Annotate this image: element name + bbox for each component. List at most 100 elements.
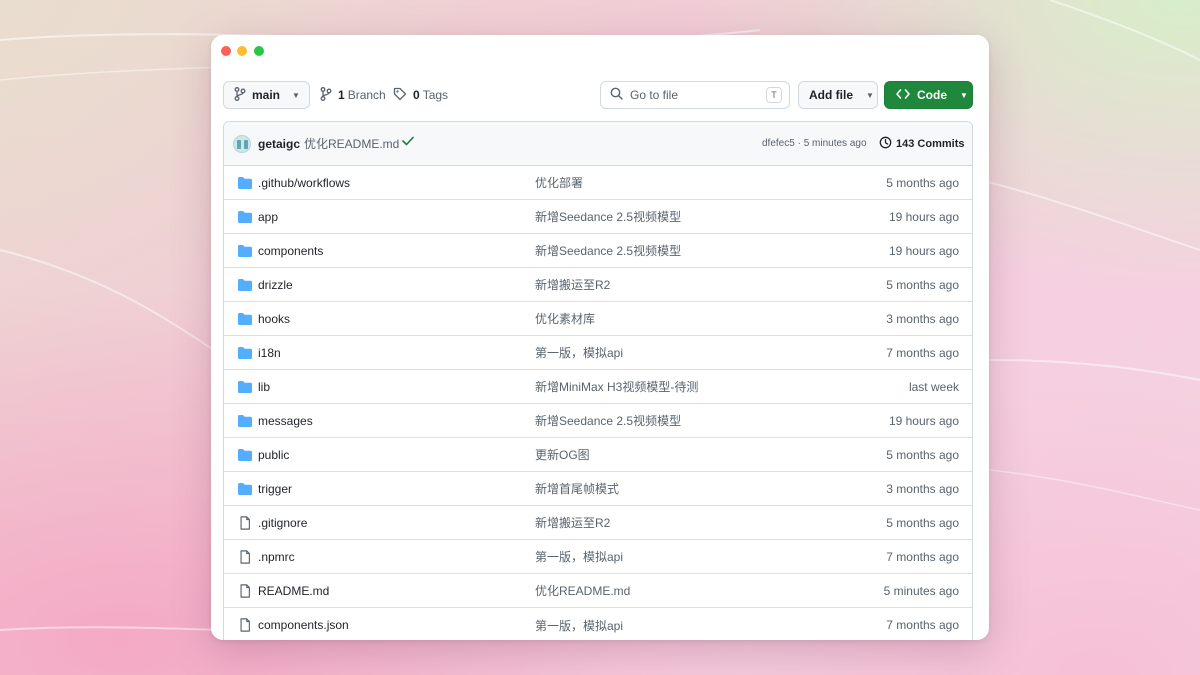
folder-icon xyxy=(237,414,253,428)
file-name-link[interactable]: .npmrc xyxy=(258,550,295,564)
commit-message-link[interactable]: 更新OG图 xyxy=(535,446,590,463)
table-row[interactable]: hooks 优化素材库 3 months ago xyxy=(224,302,972,336)
file-name-link[interactable]: .github/workflows xyxy=(258,176,350,190)
maximize-window-button[interactable] xyxy=(254,46,264,56)
table-row[interactable]: public 更新OG图 5 months ago xyxy=(224,438,972,472)
go-to-file-input[interactable]: Go to file T xyxy=(600,81,790,109)
commit-age[interactable]: 3 months ago xyxy=(886,482,959,496)
commit-age[interactable]: 19 hours ago xyxy=(889,244,959,258)
commit-age[interactable]: 7 months ago xyxy=(886,550,959,564)
folder-icon xyxy=(237,176,253,190)
commit-age[interactable]: 5 months ago xyxy=(886,278,959,292)
commits-history-link[interactable]: 143 Commits xyxy=(879,136,964,152)
file-name-link[interactable]: trigger xyxy=(258,482,292,496)
table-row[interactable]: drizzle 新增搬运至R2 5 months ago xyxy=(224,268,972,302)
file-name-link[interactable]: .gitignore xyxy=(258,516,307,530)
file-name-link[interactable]: i18n xyxy=(258,346,281,360)
commit-message-link[interactable]: 新增Seedance 2.5视频模型 xyxy=(535,208,681,225)
commits-count: 143 xyxy=(896,137,915,150)
browser-window: main ▼ 1 Branch 0 Tags Go to file T Add xyxy=(211,35,989,640)
commit-message-link[interactable]: 优化素材库 xyxy=(535,310,595,327)
commit-hash-time[interactable]: dfefec5 · 5 minutes ago xyxy=(762,138,867,149)
file-browser: getaigc 优化README.md dfefec5 · 5 minutes … xyxy=(223,121,973,640)
file-icon xyxy=(237,618,253,632)
commit-age[interactable]: 3 months ago xyxy=(886,312,959,326)
tags-link[interactable]: 0 Tags xyxy=(393,81,448,109)
table-row[interactable]: lib 新增MiniMax H3视频模型-待测 last week xyxy=(224,370,972,404)
tags-count: 0 xyxy=(413,88,420,102)
table-row[interactable]: components.json 第一版，模拟api 7 months ago xyxy=(224,608,972,640)
search-icon xyxy=(610,87,623,103)
table-row[interactable]: trigger 新增首尾帧模式 3 months ago xyxy=(224,472,972,506)
commit-message-link[interactable]: 优化README.md xyxy=(535,582,630,599)
branches-count: 1 xyxy=(338,88,345,102)
branch-selector-button[interactable]: main ▼ xyxy=(223,81,310,109)
file-name-link[interactable]: README.md xyxy=(258,584,329,598)
commit-age[interactable]: 19 hours ago xyxy=(889,414,959,428)
commit-message[interactable]: 优化README.md xyxy=(304,135,399,152)
code-button[interactable]: Code ▼ xyxy=(884,81,973,109)
chevron-down-icon: ▼ xyxy=(292,90,300,100)
file-name-link[interactable]: messages xyxy=(258,414,313,428)
repo-toolbar: main ▼ 1 Branch 0 Tags Go to file T Add xyxy=(223,81,973,109)
git-branch-icon xyxy=(234,86,246,104)
git-branch-icon xyxy=(320,86,332,104)
close-window-button[interactable] xyxy=(221,46,231,56)
branches-link[interactable]: 1 Branch xyxy=(320,81,386,109)
latest-commit-header: getaigc 优化README.md dfefec5 · 5 minutes … xyxy=(224,122,972,166)
branches-label: Branch xyxy=(347,88,386,102)
table-row[interactable]: i18n 第一版，模拟api 7 months ago xyxy=(224,336,972,370)
table-row[interactable]: components 新增Seedance 2.5视频模型 19 hours ago xyxy=(224,234,972,268)
add-file-label: Add file xyxy=(809,88,853,102)
check-icon[interactable] xyxy=(402,135,414,149)
commit-age[interactable]: 5 months ago xyxy=(886,448,959,462)
folder-icon xyxy=(237,210,253,224)
tags-label: Tags xyxy=(422,88,449,102)
commits-label: Commits xyxy=(917,137,965,150)
commit-age[interactable]: last week xyxy=(909,380,959,394)
file-name-link[interactable]: app xyxy=(258,210,278,224)
file-name-link[interactable]: public xyxy=(258,448,289,462)
chevron-down-icon: ▼ xyxy=(866,90,874,100)
commit-message-link[interactable]: 新增Seedance 2.5视频模型 xyxy=(535,242,681,259)
table-row[interactable]: .github/workflows 优化部署 5 months ago xyxy=(224,166,972,200)
search-placeholder: Go to file xyxy=(630,88,679,102)
commit-message-link[interactable]: 新增搬运至R2 xyxy=(535,276,610,293)
file-name-link[interactable]: lib xyxy=(258,380,270,394)
commit-age[interactable]: 5 minutes ago xyxy=(884,584,959,598)
file-name-link[interactable]: hooks xyxy=(258,312,290,326)
commit-age[interactable]: 7 months ago xyxy=(886,346,959,360)
commit-message-link[interactable]: 第一版，模拟api xyxy=(535,617,623,634)
minimize-window-button[interactable] xyxy=(237,46,247,56)
table-row[interactable]: messages 新增Seedance 2.5视频模型 19 hours ago xyxy=(224,404,972,438)
commit-message-link[interactable]: 新增Seedance 2.5视频模型 xyxy=(535,412,681,429)
folder-icon xyxy=(237,448,253,462)
file-name-link[interactable]: components xyxy=(258,244,323,258)
file-icon xyxy=(237,584,253,598)
file-name-link[interactable]: drizzle xyxy=(258,278,293,292)
avatar[interactable] xyxy=(233,135,251,153)
commit-age[interactable]: 5 months ago xyxy=(886,516,959,530)
commit-message-link[interactable]: 第一版，模拟api xyxy=(535,344,623,361)
code-label: Code xyxy=(917,88,947,102)
table-row[interactable]: README.md 优化README.md 5 minutes ago xyxy=(224,574,972,608)
table-row[interactable]: .gitignore 新增搬运至R2 5 months ago xyxy=(224,506,972,540)
folder-icon xyxy=(237,346,253,360)
commit-message-link[interactable]: 优化部署 xyxy=(535,174,583,191)
commit-message-link[interactable]: 第一版，模拟api xyxy=(535,548,623,565)
folder-icon xyxy=(237,380,253,394)
window-titlebar xyxy=(211,35,989,67)
commit-message-link[interactable]: 新增MiniMax H3视频模型-待测 xyxy=(535,378,698,395)
commit-message-link[interactable]: 新增首尾帧模式 xyxy=(535,480,619,497)
folder-icon xyxy=(237,244,253,258)
table-row[interactable]: .npmrc 第一版，模拟api 7 months ago xyxy=(224,540,972,574)
branch-name: main xyxy=(252,88,281,102)
table-row[interactable]: app 新增Seedance 2.5视频模型 19 hours ago xyxy=(224,200,972,234)
commit-message-link[interactable]: 新增搬运至R2 xyxy=(535,514,610,531)
commit-age[interactable]: 5 months ago xyxy=(886,176,959,190)
commit-age[interactable]: 7 months ago xyxy=(886,618,959,632)
commit-age[interactable]: 19 hours ago xyxy=(889,210,959,224)
file-name-link[interactable]: components.json xyxy=(258,618,349,632)
add-file-button[interactable]: Add file ▼ xyxy=(798,81,878,109)
commit-author[interactable]: getaigc xyxy=(258,137,300,151)
